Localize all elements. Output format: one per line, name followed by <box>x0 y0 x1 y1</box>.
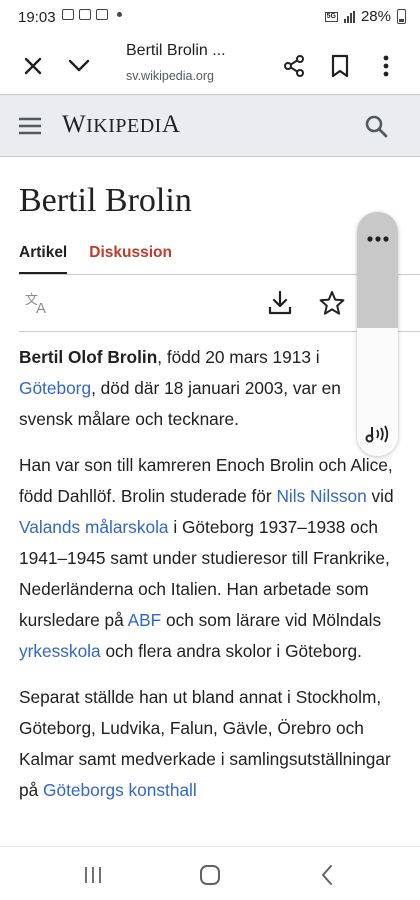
status-bar: 19:03 5G 28% <box>0 0 420 36</box>
article-body: Bertil Olof Brolin, född 20 mars 1913 i … <box>19 342 399 821</box>
menu-icon[interactable] <box>18 115 42 137</box>
link-abf[interactable]: ABF <box>128 610 162 630</box>
paragraph-3: Separat ställde han ut bland annat i Sto… <box>19 687 391 800</box>
more-notifications-dot-icon <box>117 12 122 17</box>
calendar-notification-icon <box>96 9 108 20</box>
browser-toolbar: Bertil Brolin ... sv.wikipedia.org <box>0 36 420 94</box>
battery-percent: 28% <box>360 8 391 25</box>
home-icon[interactable] <box>199 864 221 886</box>
search-icon[interactable] <box>364 114 388 138</box>
back-icon[interactable] <box>320 864 334 886</box>
share-icon[interactable] <box>274 46 314 86</box>
read-aloud-lower <box>357 328 398 456</box>
signal-icon <box>343 10 355 23</box>
close-icon[interactable] <box>13 46 53 86</box>
read-aloud-panel[interactable] <box>357 212 398 456</box>
article-subject-name: Bertil Olof Brolin <box>19 347 158 367</box>
wikipedia-wordmark[interactable]: WIKIPEDIA <box>62 111 180 139</box>
status-time: 19:03 <box>18 9 56 26</box>
bookmark-icon[interactable] <box>320 46 360 86</box>
network-type-icon: 5G <box>324 11 338 22</box>
read-aloud-handle[interactable] <box>357 212 398 328</box>
link-goteborg[interactable]: Göteborg <box>19 378 91 398</box>
download-icon[interactable] <box>268 290 292 316</box>
more-vert-icon[interactable] <box>366 46 406 86</box>
recent-apps-icon[interactable] <box>83 866 103 884</box>
battery-icon <box>397 9 406 24</box>
svg-text:A: A <box>36 300 46 317</box>
tab-diskussion[interactable]: Diskussion <box>89 244 172 262</box>
tab-artikel[interactable]: Artikel <box>19 244 67 262</box>
read-aloud-icon[interactable] <box>365 423 391 445</box>
more-horiz-icon[interactable] <box>366 230 390 242</box>
news-notification-icon <box>79 9 91 20</box>
page-title-short: Bertil Brolin ... <box>126 42 226 59</box>
chevron-down-icon[interactable] <box>59 46 99 86</box>
link-yrkesskola[interactable]: yrkesskola <box>19 641 101 661</box>
wikipedia-header: WIKIPEDIA <box>0 94 420 157</box>
link-valands-malarskola[interactable]: Valands målarskola <box>19 517 169 537</box>
star-icon[interactable] <box>319 290 345 316</box>
link-nils-nilsson[interactable]: Nils Nilsson <box>276 486 366 506</box>
notification-icons <box>62 9 122 20</box>
gallery-notification-icon <box>62 9 74 20</box>
paragraph-1: Bertil Olof Brolin, född 20 mars 1913 i … <box>19 347 341 429</box>
article-title: Bertil Brolin <box>19 182 192 219</box>
language-icon[interactable]: 文 A <box>24 291 52 317</box>
system-navigation-bar <box>0 846 420 900</box>
page-url: sv.wikipedia.org <box>126 69 215 83</box>
paragraph-2: Han var son till kamreren Enoch Brolin o… <box>19 455 394 661</box>
link-goteborgs-konsthall[interactable]: Göteborgs konsthall <box>43 780 197 800</box>
article-tabs: Artikel Diskussion <box>19 244 172 262</box>
